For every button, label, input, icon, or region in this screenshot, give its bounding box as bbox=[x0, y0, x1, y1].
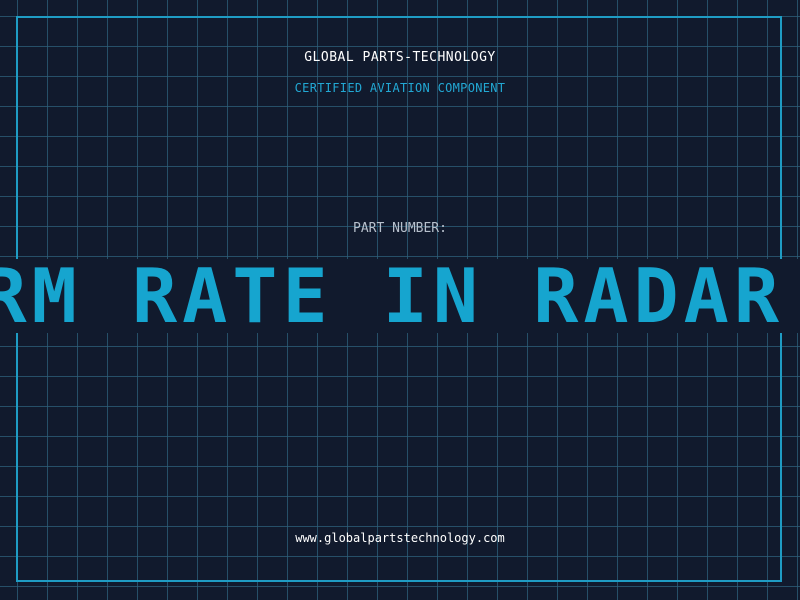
part-number-band: LARM RATE IN RADAR bbox=[0, 259, 800, 333]
certificate-card: GLOBAL PARTS-TECHNOLOGY CERTIFIED AVIATI… bbox=[0, 0, 800, 600]
part-number-label: PART NUMBER: bbox=[353, 221, 447, 236]
company-name: GLOBAL PARTS-TECHNOLOGY bbox=[304, 50, 496, 65]
part-number-value: LARM RATE IN RADAR bbox=[0, 259, 784, 333]
certification-subtitle: CERTIFIED AVIATION COMPONENT bbox=[294, 81, 506, 95]
website-url: www.globalpartstechnology.com bbox=[295, 531, 505, 545]
